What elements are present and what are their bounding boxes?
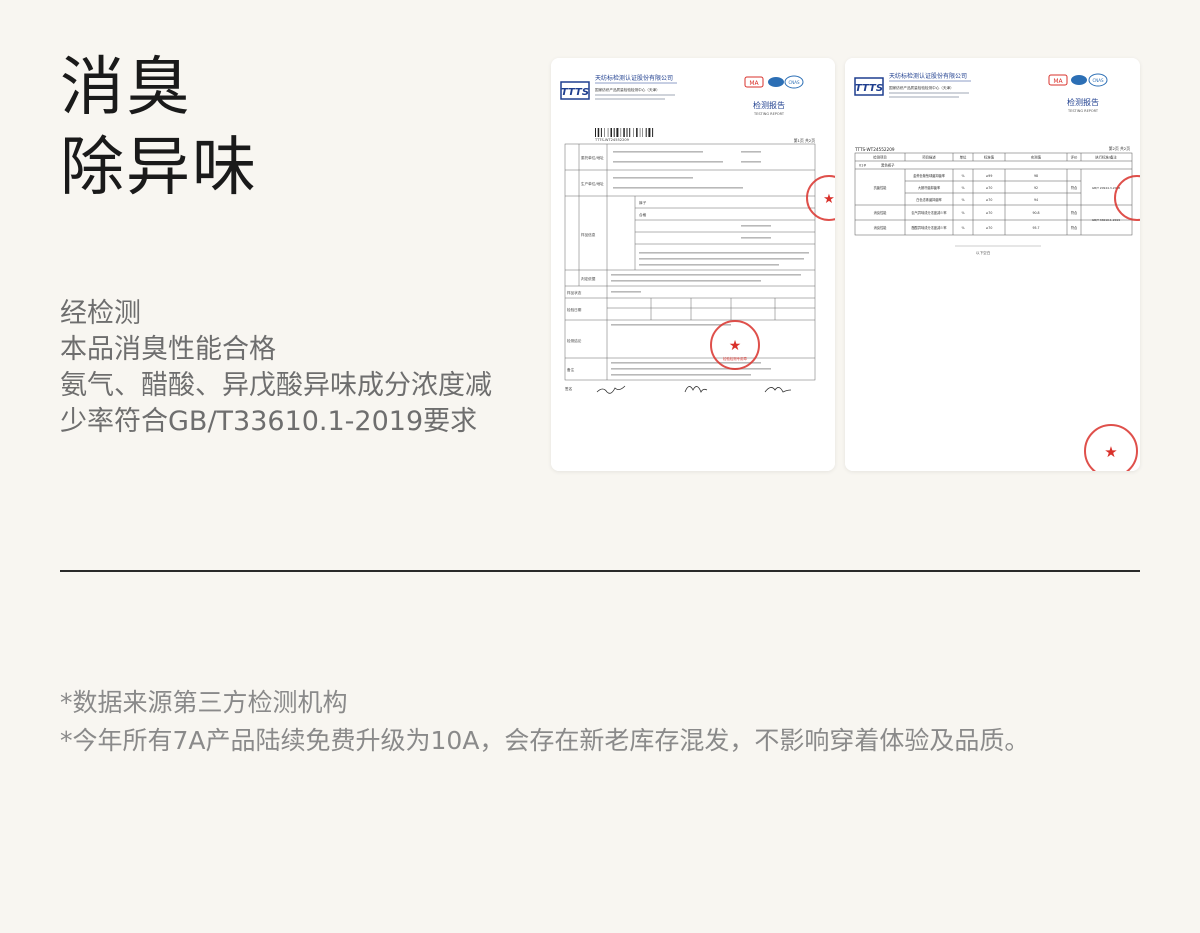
result-eval: 符合: [1071, 185, 1078, 190]
svg-text:CNAS: CNAS: [788, 80, 800, 85]
result-unit: %: [961, 186, 964, 190]
result-item-deodorant: 消臭性能: [874, 225, 888, 230]
report-title-en: TESTING REPORT: [1067, 109, 1099, 113]
barcode-number: TTTS-WT24552209: [594, 138, 630, 142]
table-header-desc: 项目描述: [922, 155, 936, 160]
result-value: 92: [1034, 186, 1038, 190]
result-desc: 金黄色葡萄球菌抑菌率: [913, 173, 946, 178]
svg-text:★: ★: [729, 338, 742, 354]
result-value: 90.8: [1032, 211, 1039, 215]
result-unit: %: [961, 174, 964, 178]
result-eval: 符合: [1071, 210, 1078, 215]
signature-label: 签名: [565, 386, 573, 391]
result-unit: %: [961, 211, 964, 215]
heading-line-2: 除异味: [60, 131, 258, 205]
section-divider: [60, 570, 1140, 572]
table-header-measured: 实测值: [1031, 155, 1042, 160]
footnote-2: *今年所有7A产品陆续免费升级为10A，会存在新老库存混发，不影响穿着体验及品质…: [60, 726, 1030, 755]
page-number: 第1页 共2页: [794, 138, 815, 143]
row-label-conclusion: 检测结论: [567, 338, 582, 343]
description-line-2: 本品消臭性能合格: [60, 334, 276, 365]
test-report-page-2: TTTS 天纺标检测认证股份有限公司 国家纺织产品质量检验检测中心（天津） MA…: [845, 58, 1140, 471]
logo-text: TTTS: [855, 83, 883, 94]
result-eval: 符合: [1071, 225, 1078, 230]
sample-name: 裤子: [639, 200, 647, 205]
logo-text: TTTS: [561, 87, 589, 98]
center-name: 国家纺织产品质量检验检测中心（天津）: [595, 87, 660, 92]
svg-text:MA: MA: [749, 80, 759, 87]
page-heading: 消臭 除异味: [60, 48, 258, 208]
row-label-sample-state: 样品状态: [567, 290, 582, 295]
row-label-standard: 判定依据: [581, 276, 596, 281]
row-label-producer: 生产单位/地址: [581, 181, 604, 186]
table-header-standard-note: 执行标准/备注: [1095, 155, 1117, 160]
result-desc: 醋酸异味成分浓度减少率: [911, 225, 947, 230]
description-line-3: 氨气、醋酸、异戊酸异味成分浓度减: [60, 370, 492, 401]
result-item-deodorant: 消臭性能: [874, 210, 888, 215]
result-std: ≥70: [986, 226, 993, 230]
sample-grade: 合格: [639, 212, 647, 217]
report-title: 检测报告: [753, 100, 785, 110]
svg-text:CNAS: CNAS: [1092, 78, 1104, 83]
company-name: 天纺标检测认证股份有限公司: [595, 74, 673, 82]
row-label-client: 委托单位/地址: [581, 155, 604, 160]
standard-2: GB/T 33610.1-2019: [1092, 218, 1120, 222]
table-header-standard: 标准值: [984, 155, 995, 160]
result-value: 98: [1034, 174, 1038, 178]
description-block: 经检测 本品消臭性能合格 氨气、醋酸、异戊酸异味成分浓度减 少率符合GB/T33…: [60, 296, 492, 440]
result-value: 94: [1034, 198, 1038, 202]
table-header-item: 检测项目: [873, 155, 887, 160]
company-name: 天纺标检测认证股份有限公司: [889, 72, 967, 80]
table-header-evaluation: 评价: [1071, 155, 1078, 160]
row-label-remarks: 备注: [567, 367, 575, 372]
result-std: ≥70: [986, 186, 993, 190]
report-number: TTTS-WT24552209: [854, 147, 895, 152]
description-line-4: 少率符合GB/T33610.1-2019要求: [60, 406, 478, 437]
result-unit: %: [961, 226, 964, 230]
center-name: 国家纺织产品质量检验检测中心（天津）: [889, 85, 954, 90]
result-value: 95.7: [1032, 226, 1039, 230]
end-note: 以下空白: [976, 250, 991, 255]
svg-text:检验检测专用章: 检验检测专用章: [723, 356, 747, 361]
result-std: ≥99: [986, 174, 993, 178]
row-label-test-date: 检验日期: [567, 307, 582, 312]
footnote-1: *数据来源第三方检测机构: [60, 688, 348, 717]
result-std: ≥70: [986, 211, 993, 215]
description-line-1: 经检测: [60, 298, 141, 329]
sample-label: 01#: [859, 164, 866, 168]
table-header-unit: 单位: [960, 155, 967, 160]
svg-text:★: ★: [1104, 443, 1117, 461]
report-title-en: TESTING REPORT: [753, 112, 785, 116]
result-desc: 氨气异味成分浓度减少率: [911, 210, 947, 215]
footnotes: *数据来源第三方检测机构 *今年所有7A产品陆续免费升级为10A，会存在新老库存…: [60, 684, 1029, 760]
row-label-sample-info: 样品信息: [581, 232, 596, 237]
report-title: 检测报告: [1067, 97, 1099, 107]
result-desc: 大肠杆菌抑菌率: [918, 185, 941, 190]
result-desc: 白色念珠菌抑菌率: [916, 197, 942, 202]
result-unit: %: [961, 198, 964, 202]
svg-text:MA: MA: [1053, 78, 1063, 85]
svg-text:★: ★: [823, 192, 835, 207]
page-number: 第2页 共2页: [1109, 146, 1130, 151]
test-report-page-1: TTTS 天纺标检测认证股份有限公司 国家纺织产品质量检验检测中心（天津） MA…: [551, 58, 835, 471]
sample-color: 黑色裤子: [881, 163, 895, 168]
result-item-antibacterial: 抗菌性能: [874, 185, 888, 190]
result-std: ≥70: [986, 198, 993, 202]
heading-line-1: 消臭: [60, 51, 192, 125]
